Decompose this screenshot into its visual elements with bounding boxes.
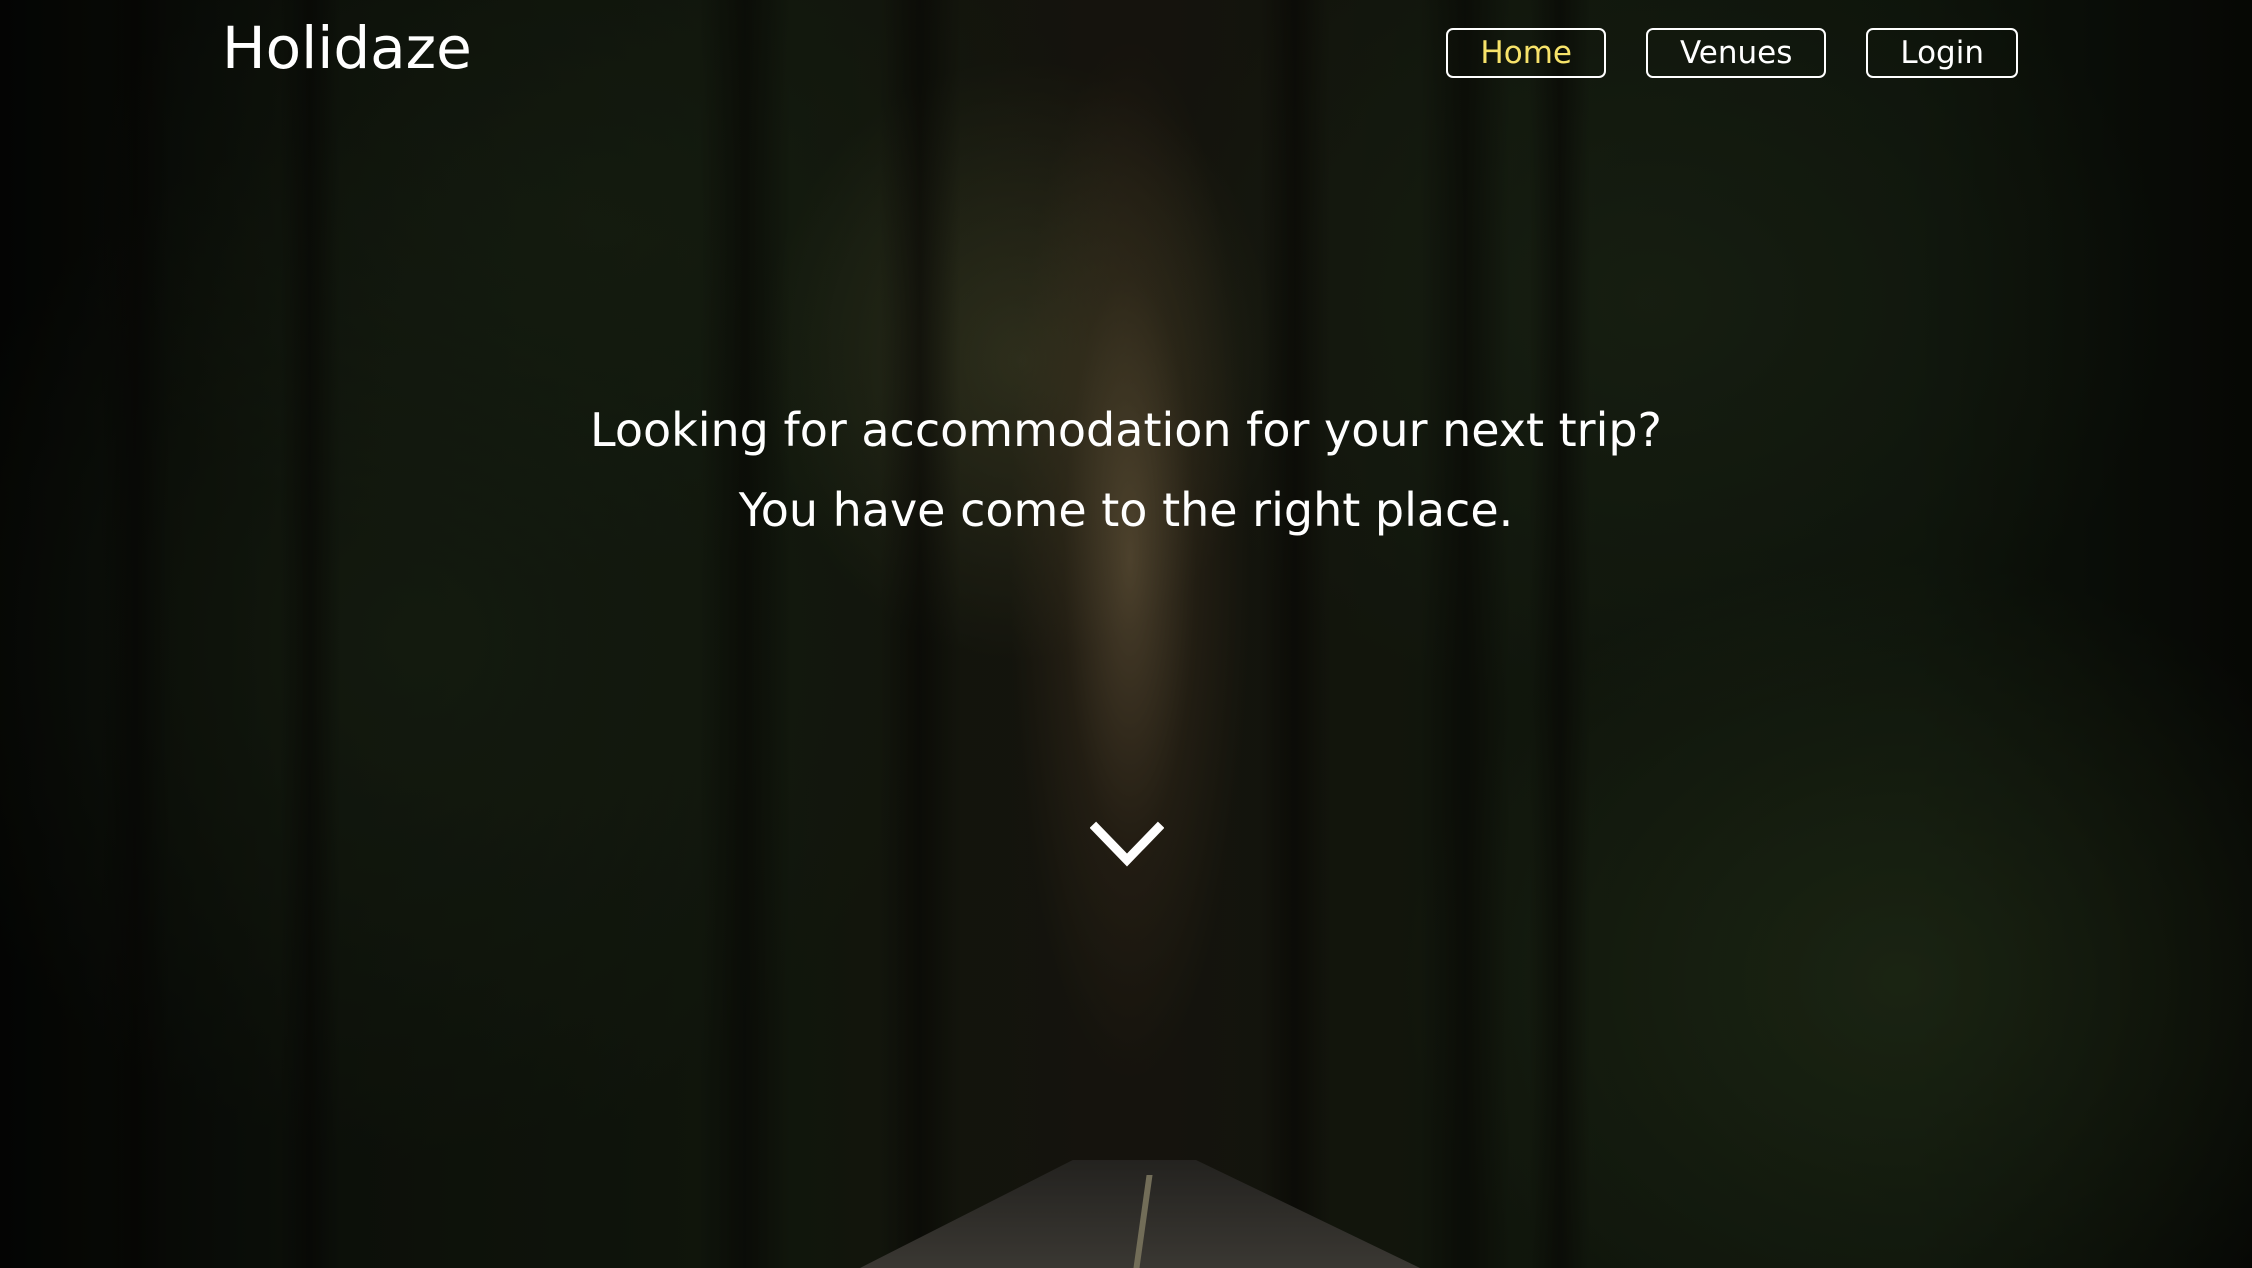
hero-tagline-line-2: You have come to the right place. [738,483,1514,537]
main-nav: Home Venues Login [1446,28,2018,78]
nav-login-button[interactable]: Login [1866,28,2018,78]
nav-venues-button[interactable]: Venues [1645,28,1827,78]
chevron-down-icon[interactable] [1089,820,1165,872]
hero-tagline-line-1: Looking for accommodation for your next … [590,403,1662,457]
hero-dark-overlay [0,0,2252,1268]
top-navigation-bar: Holidaze Home Venues Login [0,0,2252,110]
nav-home-button[interactable]: Home [1446,28,1606,78]
hero-section: Holidaze Home Venues Login Looking for a… [0,0,2252,1268]
hero-tagline: Looking for accommodation for your next … [0,390,2252,550]
site-logo[interactable]: Holidaze [222,12,472,84]
